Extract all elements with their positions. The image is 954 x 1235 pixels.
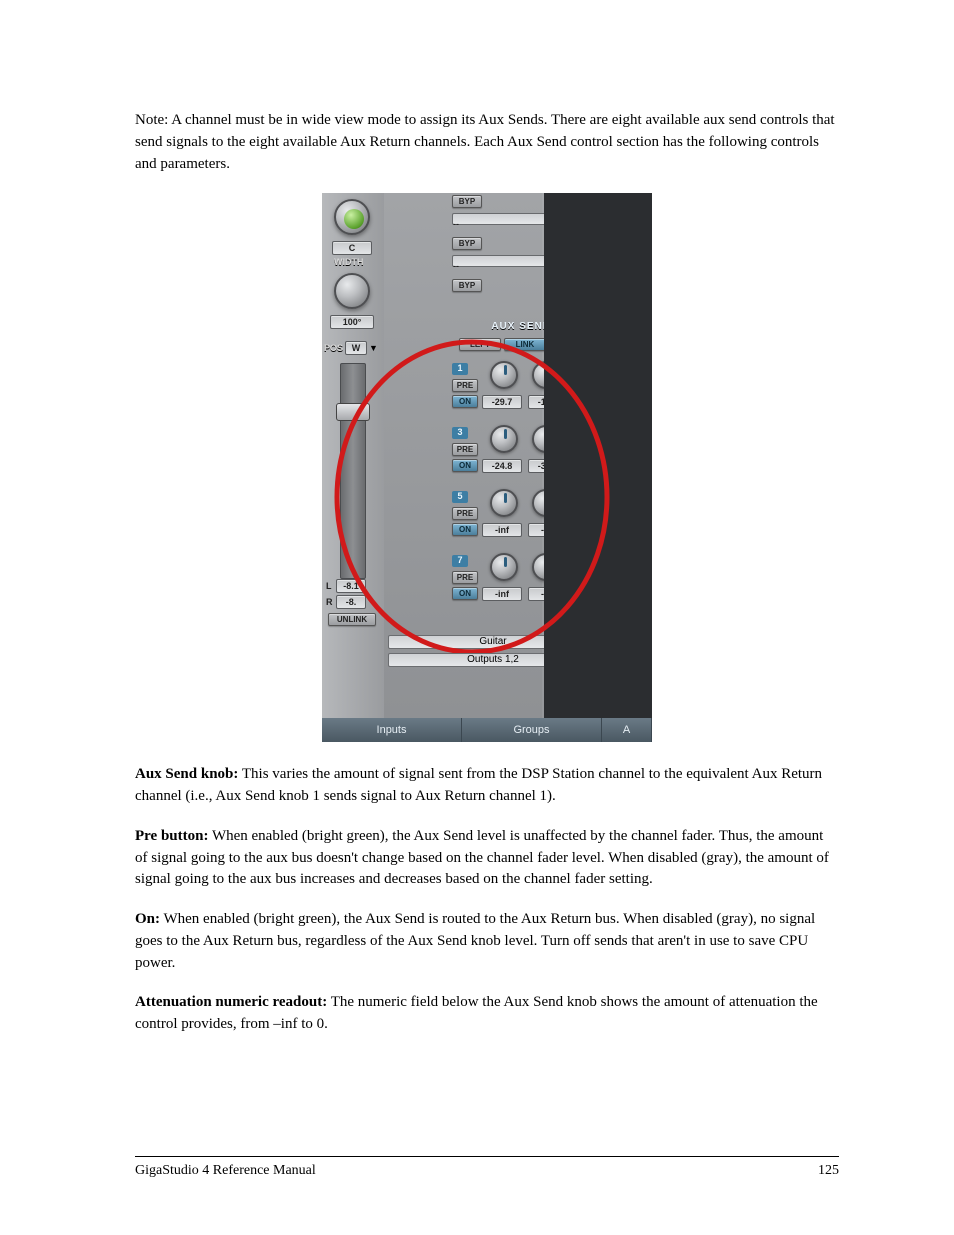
output-label: Outputs 1,2 [467,654,519,665]
r-label: R [326,597,336,607]
width-knob[interactable] [334,273,370,309]
tab-inputs[interactable]: Inputs [322,718,462,742]
r-value: -8. [336,595,366,609]
on-button[interactable]: ON [452,459,478,472]
pos-selector[interactable]: POS W ▼ [324,341,378,355]
aux-send-5: 5 PRE ON -inf [452,491,524,553]
pre-button-paragraph: Pre button: When enabled (bright green),… [135,826,839,891]
dynamics-right-column: THR dB RA 0.0 4.3 -12 100 -6 -12 GAIN dB… [544,193,652,742]
on-button[interactable]: ON [452,523,478,536]
page-number: 125 [818,1163,839,1179]
channel-fader-track[interactable] [340,363,366,579]
aux-number: 5 [452,491,468,503]
pos-value: W [345,341,367,355]
aux-number: 1 [452,363,468,375]
pre-button[interactable]: PRE [452,571,478,584]
pre-button[interactable]: PRE [452,443,478,456]
aux-link-button[interactable]: LINK [504,338,546,351]
l-readout: L-8.1 [326,579,366,593]
aux-send-1: 1 PRE ON -29.7 [452,363,524,425]
footer-title: GigaStudio 4 Reference Manual [135,1163,316,1179]
footer-rule [135,1156,839,1157]
on-paragraph: On: When enabled (bright green), the Aux… [135,909,839,974]
aux-send-3: 3 PRE ON -24.8 [452,427,524,489]
aux-number: 3 [452,427,468,439]
on-label: On: [135,911,160,927]
byp-button[interactable]: BYP [452,237,482,250]
channel-mid-column: BYP EDIT -- ▼ BYP EDIT -- ▼ BYP EDIT AUX… [384,193,542,742]
attenuation-readout: -inf [482,523,522,537]
dsp-station-screenshot: C WIDTH 100° POS W ▼ L-8.1 R-8. UNLINK [322,193,652,742]
aux-knob-label: Aux Send knob: [135,766,238,782]
document-page: Note: A channel must be in wide view mod… [0,0,954,1235]
attenuation-paragraph: Attenuation numeric readout: The numeric… [135,992,839,1036]
aux-send-knob[interactable] [490,553,518,581]
aux-number: 7 [452,555,468,567]
bottom-tabs: Inputs Groups A [322,718,652,742]
aux-left-button[interactable]: LEFT [459,338,501,351]
aux-knob-paragraph: Aux Send knob: This varies the amount of… [135,764,839,808]
channel-fader-cap[interactable] [336,403,370,421]
note-paragraph: Note: A channel must be in wide view mod… [135,110,839,175]
aux-send-knob[interactable] [490,425,518,453]
attenuation-readout: -inf [482,587,522,601]
on-text: When enabled (bright green), the Aux Sen… [135,911,815,971]
pre-button[interactable]: PRE [452,379,478,392]
c-field: C [332,241,372,255]
width-value: 100° [330,315,374,329]
l-value: -8.1 [336,579,366,593]
on-button[interactable]: ON [452,395,478,408]
pre-text: When enabled (bright green), the Aux Sen… [135,828,829,888]
pos-label: POS [324,343,343,353]
tab-groups[interactable]: Groups [462,718,602,742]
byp-button[interactable]: BYP [452,279,482,292]
figure-wrapper: C WIDTH 100° POS W ▼ L-8.1 R-8. UNLINK [135,193,839,742]
attenuation-readout: -29.7 [482,395,522,409]
aux-send-knob[interactable] [490,361,518,389]
chevron-down-icon: ▼ [369,343,378,353]
tab-aux[interactable]: A [602,718,652,742]
aux-send-knob[interactable] [490,489,518,517]
width-label: WIDTH [334,257,364,267]
r-readout: R-8. [326,595,366,609]
l-label: L [326,581,336,591]
attenuation-readout: -24.8 [482,459,522,473]
byp-button[interactable]: BYP [452,195,482,208]
channel-left-column: C WIDTH 100° POS W ▼ L-8.1 R-8. UNLINK [322,193,384,742]
pan-knob[interactable] [334,199,370,235]
aux-knob-text: This varies the amount of signal sent fr… [135,766,822,804]
pre-label: Pre button: [135,828,208,844]
aux-send-7: 7 PRE ON -inf [452,555,524,617]
att-label: Attenuation numeric readout: [135,994,327,1010]
unlink-button[interactable]: UNLINK [328,613,376,626]
on-button[interactable]: ON [452,587,478,600]
pre-button[interactable]: PRE [452,507,478,520]
